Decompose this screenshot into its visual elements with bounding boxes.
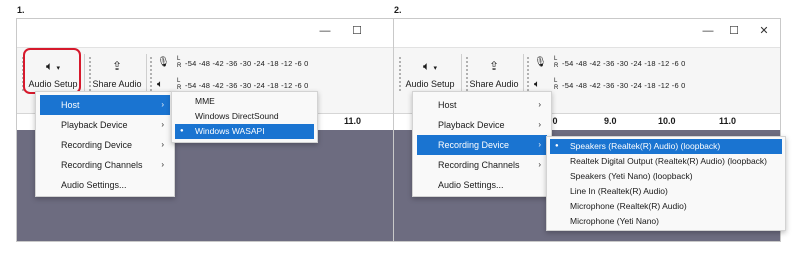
toolbar-grip[interactable] xyxy=(398,56,402,92)
share-audio-label: Share Audio xyxy=(92,79,142,89)
menu-item-host[interactable]: Host › xyxy=(413,95,551,115)
close-button[interactable]: ✕ xyxy=(756,23,772,39)
speaker-icon: 🔈︎ xyxy=(45,59,54,73)
meter-channels: LR xyxy=(554,56,559,69)
menu-item-playback-device[interactable]: Playback Device › xyxy=(36,115,174,135)
submenu-item-device[interactable]: ● Speakers (Realtek(R) Audio) (loopback) xyxy=(550,139,782,154)
menu-item-audio-settings[interactable]: Audio Settings... xyxy=(36,175,174,195)
chevron-down-icon: ▾ xyxy=(56,65,61,72)
submenu-item-device[interactable]: Microphone (Realtek(R) Audio) xyxy=(547,199,785,214)
chevron-right-icon: › xyxy=(538,160,541,169)
share-audio-button[interactable]: ⇪ Share Audio xyxy=(468,56,520,96)
share-audio-label: Share Audio xyxy=(469,79,519,89)
microphone-icon: 🎙︎ xyxy=(534,57,547,68)
meter-scale: -54 -48 -42 -36 -30 -24 -18 -12 -6 0 xyxy=(185,59,309,68)
speaker-icon: 🔈︎ xyxy=(534,79,540,90)
audio-setup-menu: Host › Playback Device › Recording Device ›… xyxy=(412,91,552,197)
submenu-item-wasapi[interactable]: ● Windows WASAPI xyxy=(175,124,314,139)
chevron-right-icon: › xyxy=(161,100,164,109)
chevron-down-icon: ▾ xyxy=(433,65,438,72)
meter-channels: LR xyxy=(554,78,559,91)
toolbar-grip[interactable] xyxy=(149,56,153,92)
speaker-icon: 🔈︎ xyxy=(157,79,163,90)
ruler-tick: 9.0 xyxy=(604,116,617,126)
menu-item-recording-device[interactable]: Recording Device › xyxy=(36,135,174,155)
toolbar-grip[interactable] xyxy=(526,56,530,92)
audio-setup-label: Audio Setup xyxy=(405,79,455,89)
meter-channels: LR xyxy=(177,78,182,91)
minimize-button[interactable]: — xyxy=(317,23,333,39)
host-submenu: MME Windows DirectSound ● Windows WASAPI xyxy=(171,91,318,143)
menu-item-recording-channels[interactable]: Recording Channels › xyxy=(36,155,174,175)
chevron-right-icon: › xyxy=(161,140,164,149)
chevron-right-icon: › xyxy=(161,120,164,129)
radio-dot-icon: ● xyxy=(555,143,559,149)
meter-scale: -54 -48 -42 -36 -30 -24 -18 -12 -6 0 xyxy=(185,81,309,90)
playback-meter[interactable]: 🔈︎ LR -54 -48 -42 -36 -30 -24 -18 -12 -6… xyxy=(534,78,754,96)
recording-device-submenu: ● Speakers (Realtek(R) Audio) (loopback)… xyxy=(546,136,786,231)
audio-setup-menu: Host › Playback Device › Recording Device ›… xyxy=(35,91,175,197)
meter-channels: LR xyxy=(177,56,182,69)
chevron-right-icon: › xyxy=(538,100,541,109)
chevron-right-icon: › xyxy=(538,120,541,129)
ruler-tick: 11.0 xyxy=(344,116,362,126)
menu-item-recording-device[interactable]: Recording Device › xyxy=(417,135,547,155)
submenu-item-directsound[interactable]: Windows DirectSound xyxy=(172,109,317,124)
share-audio-button[interactable]: ⇪ Share Audio xyxy=(91,56,143,96)
recording-meter[interactable]: 🎙︎ LR -54 -48 -42 -36 -30 -24 -18 -12 -6… xyxy=(157,56,377,74)
recording-meter[interactable]: 🎙︎ LR -54 -48 -42 -36 -30 -24 -18 -12 -6… xyxy=(534,56,754,74)
share-icon: ⇪ xyxy=(488,59,500,73)
submenu-item-device[interactable]: Speakers (Yeti Nano) (loopback) xyxy=(547,169,785,184)
radio-dot-icon: ● xyxy=(180,128,184,134)
share-icon: ⇪ xyxy=(111,59,123,73)
menu-item-recording-channels[interactable]: Recording Channels › xyxy=(413,155,551,175)
meter-scale: -54 -48 -42 -36 -30 -24 -18 -12 -6 0 xyxy=(562,59,686,68)
maximize-button[interactable]: ☐ xyxy=(726,23,742,39)
audio-setup-button[interactable]: 🔈︎ ▾ Audio Setup xyxy=(27,56,79,96)
step-1-number: 1. xyxy=(17,5,25,15)
menu-item-audio-settings[interactable]: Audio Settings... xyxy=(413,175,551,195)
title-bar: — ☐ xyxy=(17,19,403,45)
menu-item-host[interactable]: Host › xyxy=(40,95,170,115)
meter-scale: -54 -48 -42 -36 -30 -24 -18 -12 -6 0 xyxy=(562,81,686,90)
chevron-right-icon: › xyxy=(161,160,164,169)
submenu-item-mme[interactable]: MME xyxy=(172,94,317,109)
audio-setup-button[interactable]: 🔈︎ ▾ Audio Setup xyxy=(404,56,456,96)
submenu-item-device[interactable]: Realtek Digital Output (Realtek(R) Audio… xyxy=(547,154,785,169)
menu-item-playback-device[interactable]: Playback Device › xyxy=(413,115,551,135)
minimize-button[interactable]: — xyxy=(700,23,716,39)
step-2-number: 2. xyxy=(394,5,402,15)
submenu-item-device[interactable]: Line In (Realtek(R) Audio) xyxy=(547,184,785,199)
title-bar: — ☐ ✕ xyxy=(394,19,780,45)
ruler-tick: 11.0 xyxy=(719,116,737,126)
maximize-button[interactable]: ☐ xyxy=(349,23,365,39)
submenu-item-device[interactable]: Microphone (Yeti Nano) xyxy=(547,214,785,229)
speaker-icon: 🔈︎ xyxy=(422,59,431,73)
chevron-right-icon: › xyxy=(538,140,541,149)
audio-setup-label: Audio Setup xyxy=(28,79,78,89)
microphone-icon: 🎙︎ xyxy=(157,57,170,68)
ruler-tick: 10.0 xyxy=(658,116,676,126)
